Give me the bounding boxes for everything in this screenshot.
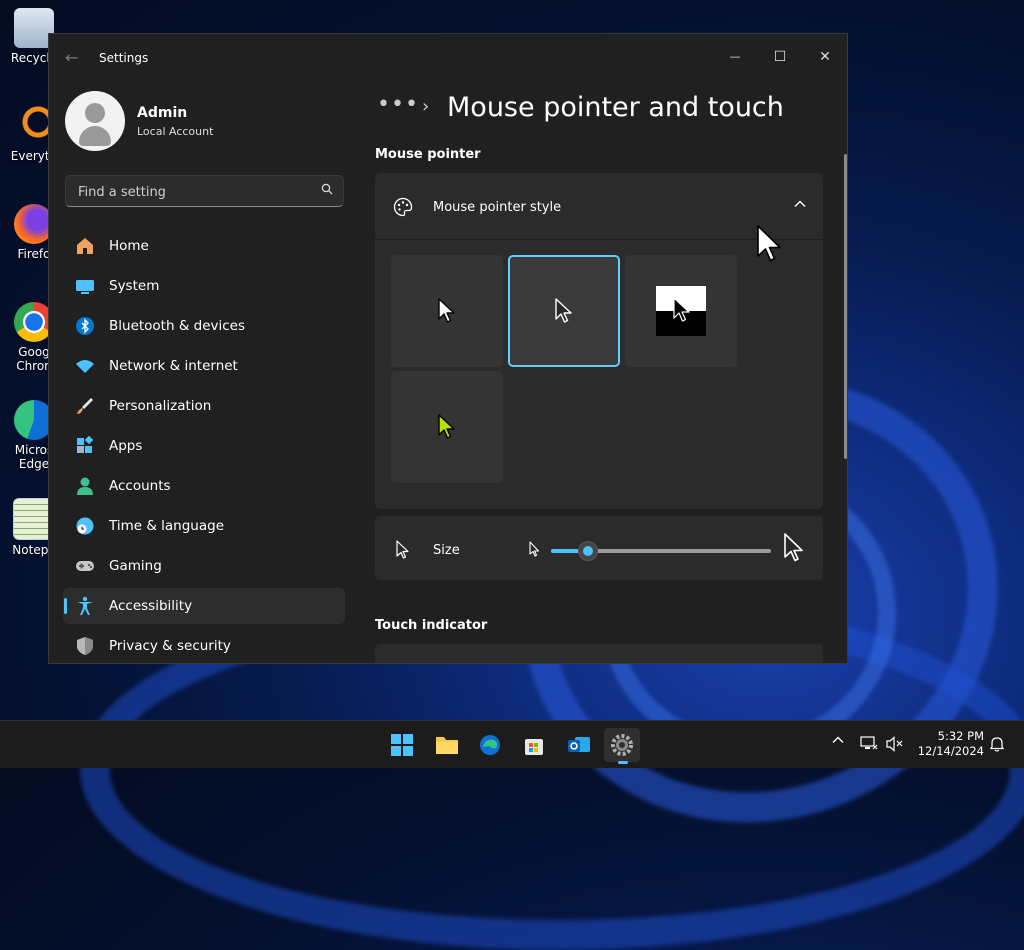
slider-thumb[interactable] bbox=[578, 541, 599, 561]
taskbar-settings[interactable] bbox=[604, 728, 640, 764]
page-title: Mouse pointer and touch bbox=[447, 92, 784, 123]
sidebar-item-bluetooth[interactable]: Bluetooth & devices bbox=[63, 308, 345, 344]
bluetooth-icon bbox=[76, 317, 94, 335]
system-clock[interactable]: 5:32 PM 12/14/2024 bbox=[914, 729, 984, 759]
pointer-style-inverted[interactable] bbox=[625, 255, 737, 367]
home-icon bbox=[77, 238, 93, 254]
title-bar[interactable]: ← Settings — ☐ ✕ bbox=[49, 34, 847, 80]
taskbar-file-explorer[interactable] bbox=[428, 728, 464, 762]
taskbar: 5:32 PM 12/14/2024 bbox=[0, 720, 1024, 768]
pointer-size-card: Size bbox=[375, 516, 823, 580]
sidebar-item-label: Gaming bbox=[109, 558, 162, 574]
globe-clock-icon bbox=[76, 517, 94, 535]
pointer-size-label: Size bbox=[433, 543, 460, 558]
taskbar-edge[interactable] bbox=[472, 728, 508, 762]
taskbar-store[interactable] bbox=[516, 728, 552, 762]
search-box[interactable] bbox=[65, 175, 344, 207]
volume-muted-icon[interactable] bbox=[886, 736, 904, 756]
black-cursor-icon bbox=[555, 298, 572, 323]
mouse-pointer-style-label: Mouse pointer style bbox=[433, 200, 562, 215]
start-icon bbox=[391, 734, 413, 756]
sidebar-item-time-language[interactable]: Time & language bbox=[63, 508, 345, 544]
system-icon bbox=[76, 280, 94, 294]
user-name: Admin bbox=[137, 105, 188, 121]
sidebar-item-label: Privacy & security bbox=[109, 638, 231, 654]
chevron-up-icon[interactable] bbox=[793, 197, 807, 211]
sidebar-item-label: Home bbox=[109, 238, 149, 254]
palette-icon bbox=[393, 197, 413, 217]
maximize-button[interactable]: ☐ bbox=[760, 42, 800, 72]
touch-indicator-card[interactable] bbox=[375, 644, 823, 663]
apps-icon bbox=[77, 436, 94, 453]
pointer-style-black[interactable] bbox=[508, 255, 620, 367]
back-arrow-icon[interactable]: ← bbox=[65, 48, 78, 67]
file-explorer-icon bbox=[436, 737, 458, 754]
breadcrumb-chevron-icon: › bbox=[422, 96, 430, 117]
clock-date: 12/14/2024 bbox=[917, 744, 984, 758]
wifi-icon bbox=[76, 360, 94, 373]
outlook-icon bbox=[568, 737, 590, 752]
pointer-size-slider[interactable] bbox=[551, 541, 771, 561]
sidebar-item-home[interactable]: Home bbox=[63, 228, 345, 264]
edge-icon bbox=[480, 735, 500, 755]
close-button[interactable]: ✕ bbox=[805, 42, 845, 72]
gamepad-icon bbox=[76, 561, 94, 571]
notification-bell-icon[interactable] bbox=[989, 736, 1005, 756]
store-icon bbox=[525, 739, 543, 755]
active-app-indicator bbox=[618, 761, 628, 764]
sidebar-item-label: Apps bbox=[109, 438, 143, 454]
sidebar-nav: Home System Bluetooth & devices Network … bbox=[63, 228, 345, 663]
sidebar-item-label: Network & internet bbox=[109, 358, 238, 374]
avatar-body bbox=[79, 126, 111, 146]
active-indicator bbox=[64, 598, 67, 614]
sidebar-item-network[interactable]: Network & internet bbox=[63, 348, 345, 384]
settings-icon bbox=[611, 734, 633, 756]
settings-window: ← Settings — ☐ ✕ Admin Local Account Hom… bbox=[48, 33, 848, 664]
taskbar-start-button[interactable] bbox=[384, 728, 420, 762]
sidebar-item-accounts[interactable]: Accounts bbox=[63, 468, 345, 504]
custom-color-cursor-icon bbox=[438, 414, 455, 439]
content-scrollbar[interactable] bbox=[844, 154, 847, 459]
sidebar-item-system[interactable]: System bbox=[63, 268, 345, 304]
sidebar-item-label: Accounts bbox=[109, 478, 171, 494]
pointer-style-white[interactable] bbox=[391, 255, 503, 367]
sidebar-item-gaming[interactable]: Gaming bbox=[63, 548, 345, 584]
avatar-head bbox=[85, 103, 105, 123]
minimize-button[interactable]: — bbox=[715, 42, 755, 72]
search-icon[interactable] bbox=[321, 183, 333, 195]
sidebar-item-label: Accessibility bbox=[109, 598, 193, 614]
clock-time: 5:32 PM bbox=[937, 729, 984, 743]
taskbar-outlook[interactable] bbox=[560, 728, 596, 762]
sidebar-item-apps[interactable]: Apps bbox=[63, 428, 345, 464]
pointer-size-icon bbox=[396, 540, 409, 559]
sidebar-item-label: Time & language bbox=[109, 518, 225, 534]
user-account-type: Local Account bbox=[137, 125, 214, 138]
accounts-icon bbox=[77, 477, 93, 495]
section-heading-touch-indicator: Touch indicator bbox=[375, 618, 488, 633]
white-cursor-icon bbox=[438, 298, 455, 323]
tray-overflow-chevron-icon[interactable] bbox=[832, 734, 844, 750]
sidebar-item-accessibility[interactable]: Accessibility bbox=[63, 588, 345, 624]
pointer-style-custom[interactable] bbox=[391, 371, 503, 483]
network-status-icon[interactable] bbox=[860, 736, 878, 756]
shield-icon bbox=[77, 637, 93, 655]
breadcrumb-more-button[interactable]: ••• bbox=[377, 92, 419, 117]
large-cursor-icon bbox=[784, 533, 803, 562]
window-title: Settings bbox=[99, 51, 149, 65]
search-input[interactable] bbox=[76, 182, 310, 202]
sidebar-item-label: Personalization bbox=[109, 398, 212, 414]
sidebar-item-privacy[interactable]: Privacy & security bbox=[63, 628, 345, 663]
avatar[interactable] bbox=[65, 91, 125, 151]
mouse-cursor-icon bbox=[757, 225, 781, 262]
sidebar-item-label: Bluetooth & devices bbox=[109, 318, 246, 334]
inverted-cursor-icon bbox=[656, 286, 706, 336]
small-cursor-icon bbox=[529, 541, 540, 557]
sidebar-item-personalization[interactable]: Personalization bbox=[63, 388, 345, 424]
sidebar-item-label: System bbox=[109, 278, 160, 294]
brush-icon bbox=[77, 398, 93, 414]
section-heading-mouse-pointer: Mouse pointer bbox=[375, 147, 481, 162]
accessibility-icon bbox=[77, 596, 93, 615]
